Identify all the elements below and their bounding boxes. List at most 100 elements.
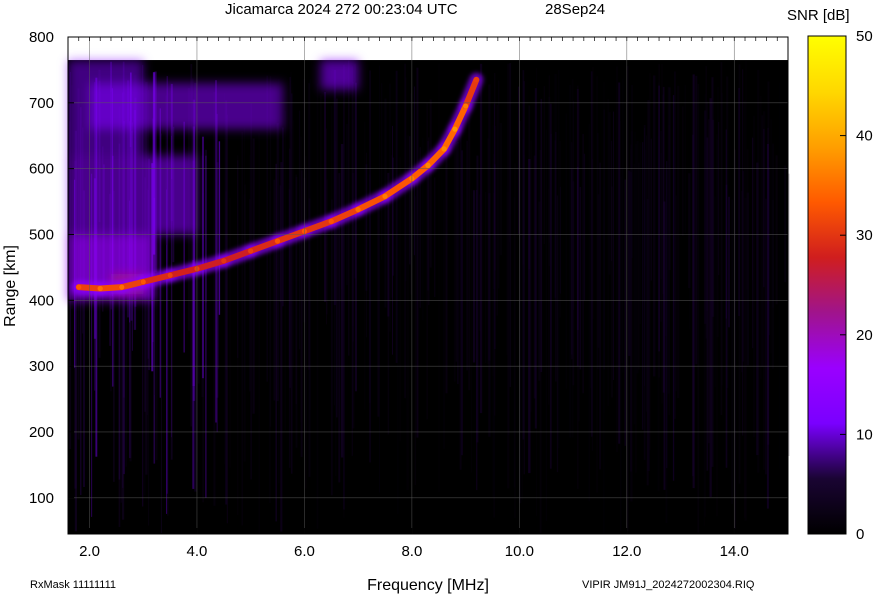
diffuse-echo [68, 155, 197, 235]
noise-streak [706, 101, 708, 311]
noise-streak [395, 70, 398, 363]
noise-streak [273, 179, 276, 401]
noise-streak [369, 70, 371, 463]
noise-streak [674, 71, 676, 419]
x-axis-label: Frequency [MHz] [367, 577, 489, 594]
colorbar-tick-label: 20 [856, 327, 873, 344]
trace-point [463, 103, 469, 109]
noise-streak [703, 149, 705, 526]
noise-streak [355, 82, 357, 392]
noise-streak [731, 199, 733, 504]
noise-streak [429, 99, 432, 268]
noise-streak [252, 138, 255, 414]
y-tick-label: 300 [29, 358, 54, 375]
noise-streak [300, 136, 302, 423]
noise-streak [457, 142, 459, 385]
plot-area [67, 36, 790, 535]
x-tick-label: 10.0 [505, 543, 534, 560]
noise-streak [399, 157, 402, 442]
noise-streak [453, 140, 456, 382]
noise-streak [576, 167, 579, 367]
noise-streak [215, 80, 217, 423]
trace-point [328, 218, 334, 224]
noise-streak [588, 123, 590, 502]
trace-point [473, 77, 479, 83]
noise-streak [460, 134, 462, 319]
noise-streak [677, 85, 680, 399]
noise-streak [775, 155, 778, 305]
rxmask-label: RxMask 11111111 [30, 579, 116, 591]
noise-streak [545, 129, 547, 521]
noise-streak [380, 83, 383, 260]
noise-streak [689, 176, 691, 330]
noise-streak [522, 70, 525, 440]
x-tick-label: 14.0 [720, 543, 749, 560]
noise-streak [319, 95, 322, 261]
y-tick-label: 100 [29, 490, 54, 507]
trace-point [355, 206, 361, 213]
noise-streak [258, 133, 260, 534]
noise-streak [276, 123, 279, 402]
noise-streak [672, 95, 675, 481]
noise-streak [498, 80, 500, 289]
noise-streak [471, 189, 472, 473]
noise-streak [345, 124, 348, 286]
x-tick-label: 4.0 [187, 543, 208, 560]
noise-streak [365, 164, 368, 291]
noise-streak [771, 199, 774, 369]
noise-streak [461, 150, 463, 456]
noise-streak [218, 184, 220, 369]
noise-streak [159, 108, 161, 398]
noise-streak [543, 86, 545, 244]
noise-streak [468, 106, 471, 391]
noise-streak [443, 199, 445, 449]
noise-streak [637, 162, 640, 370]
x-tick-label: 2.0 [79, 543, 100, 560]
noise-streak [166, 76, 168, 494]
trace-point [441, 146, 447, 152]
x-tick-label: 12.0 [612, 543, 641, 560]
colorbar-tick-label: 30 [856, 227, 873, 244]
noise-streak [784, 165, 787, 283]
noise-streak [582, 134, 584, 394]
noise-streak [505, 185, 507, 353]
noise-streak [295, 176, 298, 448]
noise-streak [559, 186, 561, 294]
y-tick-label: 400 [29, 292, 54, 309]
y-axis-label: Range [km] [2, 245, 19, 327]
noise-streak [558, 69, 560, 449]
noise-streak [630, 131, 633, 502]
trace-point [452, 126, 458, 132]
trace-segment [97, 284, 125, 292]
noise-streak [721, 93, 723, 386]
trace-point [97, 285, 103, 292]
noise-streak [753, 115, 755, 437]
noise-streak [643, 200, 646, 302]
noise-streak [417, 163, 420, 337]
noise-streak [538, 201, 541, 381]
noise-streak [695, 75, 698, 365]
noise-streak [530, 140, 532, 412]
file-label: VIPIR JM91J_2024272002304.RIQ [582, 579, 755, 591]
noise-streak [488, 193, 491, 361]
noise-streak [618, 120, 621, 346]
noise-streak [410, 93, 412, 295]
noise-streak [224, 92, 225, 465]
noise-streak [216, 113, 218, 433]
noise-streak [334, 194, 337, 413]
noise-streak [571, 79, 574, 438]
colorbar-tick-label: 0 [856, 526, 864, 543]
noise-streak [485, 192, 487, 364]
noise-streak [613, 111, 614, 380]
noise-streak [645, 135, 647, 412]
noise-streak [426, 103, 428, 420]
noise-streak [534, 88, 537, 429]
noise-streak [756, 162, 759, 456]
y-tick-label: 700 [29, 95, 54, 112]
noise-streak [507, 63, 510, 489]
noise-streak [726, 76, 729, 389]
trace-point [221, 258, 227, 264]
noise-streak [514, 163, 516, 519]
colorbar-label: SNR [dB] [787, 7, 850, 24]
noise-streak [343, 64, 345, 510]
